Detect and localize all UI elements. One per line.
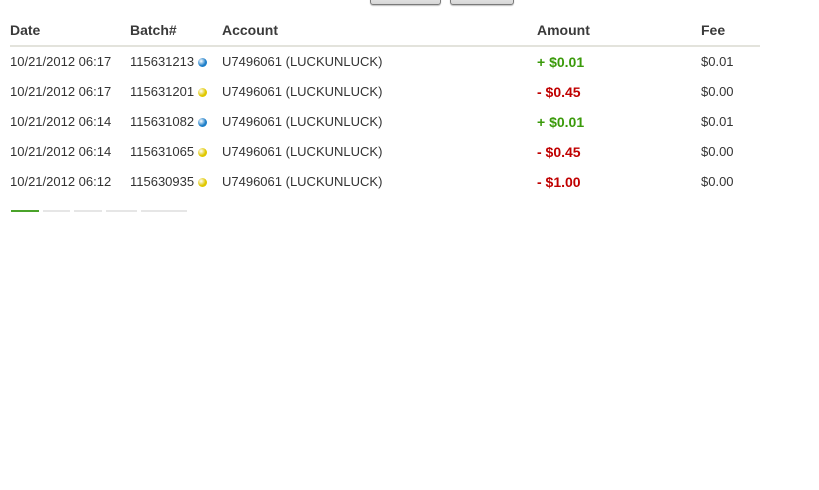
batch-number[interactable]: 115631065 <box>130 144 194 159</box>
column-header-fee[interactable]: Fee <box>701 16 725 44</box>
top-toolbar-button-1[interactable] <box>370 0 441 5</box>
transaction-fee: $0.00 <box>701 174 734 189</box>
account-name[interactable]: U7496061 (LUCKUNLUCK) <box>222 77 382 107</box>
table-header-row: Date Batch# Account Amount Fee <box>10 16 760 47</box>
table-row[interactable]: 10/21/2012 06:17 115631201 U7496061 (LUC… <box>10 77 760 107</box>
blue-dot-icon <box>198 58 208 67</box>
batch-number[interactable]: 115631082 <box>130 114 194 129</box>
transaction-date: 10/21/2012 06:14 <box>10 114 112 129</box>
blue-dot-icon <box>198 118 208 127</box>
batch-number[interactable]: 115631201 <box>130 84 194 99</box>
page-tab-5[interactable] <box>141 210 187 212</box>
transaction-date: 10/21/2012 06:17 <box>10 84 112 99</box>
transaction-fee: $0.00 <box>701 144 734 159</box>
transaction-amount: + $0.01 <box>537 114 585 130</box>
transaction-amount: - $0.45 <box>537 144 581 160</box>
top-toolbar-button-2[interactable] <box>450 0 514 5</box>
transaction-amount: - $1.00 <box>537 174 581 190</box>
page-tab-2[interactable] <box>43 210 70 212</box>
transaction-history-table: Date Batch# Account Amount Fee 10/21/201… <box>10 16 760 197</box>
batch-cell: 115631065 <box>130 137 208 167</box>
transaction-fee: $0.01 <box>701 114 734 129</box>
column-header-date[interactable]: Date <box>10 16 40 44</box>
column-header-batch[interactable]: Batch# <box>130 16 177 44</box>
account-name[interactable]: U7496061 (LUCKUNLUCK) <box>222 47 382 77</box>
yellow-dot-icon <box>198 88 208 97</box>
batch-cell: 115631213 <box>130 47 208 77</box>
yellow-dot-icon <box>198 178 208 187</box>
account-name[interactable]: U7496061 (LUCKUNLUCK) <box>222 137 382 167</box>
transaction-date: 10/21/2012 06:17 <box>10 54 112 69</box>
transaction-fee: $0.01 <box>701 54 734 69</box>
batch-cell: 115630935 <box>130 167 208 197</box>
account-name[interactable]: U7496061 (LUCKUNLUCK) <box>222 107 382 137</box>
table-row[interactable]: 10/21/2012 06:12 115630935 U7496061 (LUC… <box>10 167 760 197</box>
transaction-date: 10/21/2012 06:14 <box>10 144 112 159</box>
transaction-date: 10/21/2012 06:12 <box>10 174 112 189</box>
batch-number[interactable]: 115631213 <box>130 54 194 69</box>
column-header-amount[interactable]: Amount <box>537 16 590 44</box>
table-row[interactable]: 10/21/2012 06:14 115631082 U7496061 (LUC… <box>10 107 760 137</box>
account-name[interactable]: U7496061 (LUCKUNLUCK) <box>222 167 382 197</box>
page-tab-1[interactable] <box>11 210 39 212</box>
transaction-amount: - $0.45 <box>537 84 581 100</box>
table-row[interactable]: 10/21/2012 06:14 115631065 U7496061 (LUC… <box>10 137 760 167</box>
batch-number[interactable]: 115630935 <box>130 174 194 189</box>
batch-cell: 115631082 <box>130 107 208 137</box>
page-tab-4[interactable] <box>106 210 137 212</box>
transaction-amount: + $0.01 <box>537 54 585 70</box>
batch-cell: 115631201 <box>130 77 208 107</box>
table-row[interactable]: 10/21/2012 06:17 115631213 U7496061 (LUC… <box>10 47 760 77</box>
transaction-fee: $0.00 <box>701 84 734 99</box>
page-tab-3[interactable] <box>74 210 102 212</box>
yellow-dot-icon <box>198 148 208 157</box>
column-header-account[interactable]: Account <box>222 16 278 44</box>
